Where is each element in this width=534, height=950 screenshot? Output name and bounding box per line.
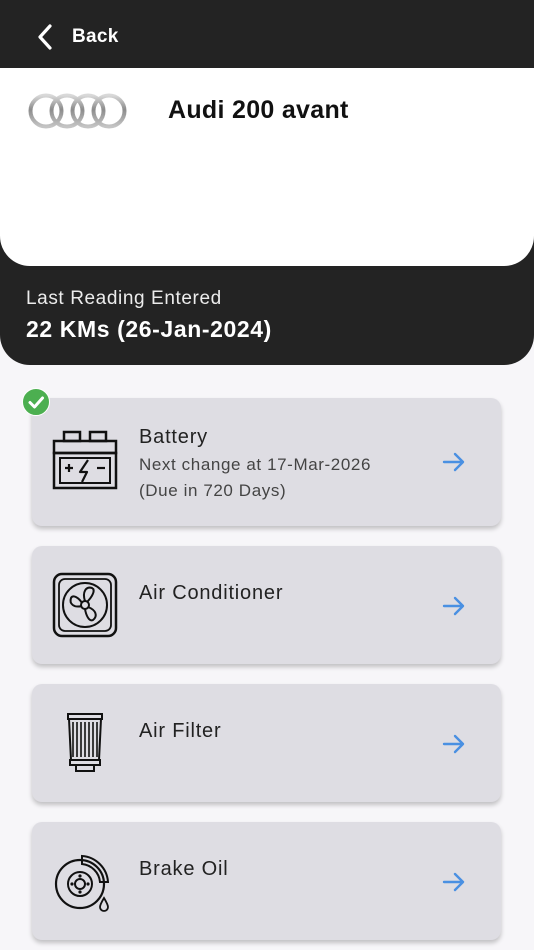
chevron-left-icon bbox=[36, 23, 54, 51]
brake-disc-icon bbox=[52, 848, 118, 914]
last-reading-label: Last Reading Entered bbox=[26, 288, 222, 309]
arrow-right-icon[interactable] bbox=[441, 450, 467, 474]
service-card-brake-oil[interactable]: Brake Oil bbox=[32, 822, 501, 940]
arrow-right-icon[interactable] bbox=[441, 594, 467, 618]
audi-rings-logo bbox=[27, 92, 129, 130]
car-battery-icon bbox=[52, 428, 118, 494]
service-title-battery: Battery bbox=[139, 426, 208, 448]
service-title-air-filter: Air Filter bbox=[139, 720, 222, 742]
completed-check-icon bbox=[22, 388, 50, 416]
car-name: Audi 200 avant bbox=[168, 96, 349, 124]
last-reading-value: 22 KMs (26-Jan-2024) bbox=[26, 316, 272, 342]
back-button-label: Back bbox=[72, 26, 119, 47]
service-title-air-conditioner: Air Conditioner bbox=[139, 582, 284, 604]
arrow-right-icon[interactable] bbox=[441, 732, 467, 756]
service-card-air-filter[interactable]: Air Filter bbox=[32, 684, 501, 802]
fan-icon bbox=[52, 572, 118, 638]
service-next-change: Next change at 17-Mar-2026 bbox=[139, 455, 372, 474]
back-button[interactable]: Back bbox=[36, 20, 119, 54]
service-title-brake-oil: Brake Oil bbox=[139, 858, 229, 880]
service-due-days: (Due in 720 Days) bbox=[139, 481, 287, 500]
top-navigation-bar: Back bbox=[0, 0, 534, 68]
service-screen: Back Audi 200 avant Last Reading Entered… bbox=[0, 0, 534, 950]
service-card-battery[interactable]: Battery Next change at 17-Mar-2026 (Due … bbox=[32, 398, 501, 526]
air-filter-icon bbox=[52, 710, 118, 776]
service-card-air-conditioner[interactable]: Air Conditioner bbox=[32, 546, 501, 664]
arrow-right-icon[interactable] bbox=[441, 870, 467, 894]
